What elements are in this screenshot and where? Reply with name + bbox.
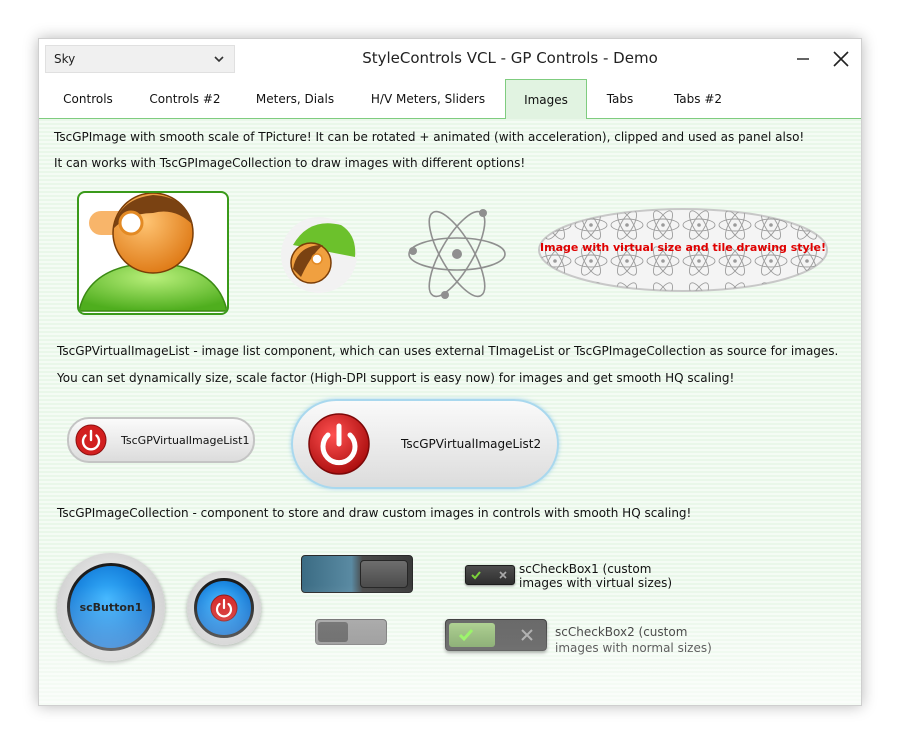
sc-checkbox-1-label: scCheckBox1 (custom images with virtual …	[519, 562, 672, 590]
tab-controls[interactable]: Controls	[51, 79, 125, 119]
tab-images[interactable]: Images	[505, 79, 587, 120]
x-mark-icon	[499, 571, 507, 579]
sc-checkbox-2-label-line1: scCheckBox2 (custom	[555, 625, 688, 639]
x-mark-icon	[521, 629, 533, 641]
tab-bar: Controls Controls #2 Meters, Dials H/V M…	[39, 79, 861, 120]
power-icon	[210, 594, 238, 622]
images-tab-panel: TscGPImage with smooth scale of TPicture…	[39, 119, 861, 705]
tab-hv-meters-sliders[interactable]: H/V Meters, Sliders	[361, 79, 495, 119]
sc-checkbox-1-label-line1: scCheckBox1 (custom	[519, 562, 652, 576]
virtual-image-list-button-2-label: TscGPVirtualImageList2	[401, 437, 542, 451]
minimize-icon	[797, 58, 809, 60]
sc-button-2[interactable]	[187, 571, 261, 645]
images-description-2: It can works with TscGPImageCollection t…	[54, 156, 526, 170]
tab-tabs[interactable]: Tabs	[595, 79, 645, 119]
power-icon	[75, 424, 107, 456]
sc-button-2-face	[194, 578, 254, 638]
virtual-image-list-button-1[interactable]: TscGPVirtualImageList1	[67, 417, 255, 463]
sc-checkbox-1-label-line2: images with virtual sizes)	[519, 576, 673, 590]
sc-checkbox-2[interactable]	[445, 619, 547, 651]
user-avatar-icon	[79, 193, 227, 312]
toggle-switch-large[interactable]	[301, 555, 413, 593]
gp-image-rotated	[279, 215, 359, 295]
check-icon	[471, 571, 481, 580]
sc-checkbox-2-label: scCheckBox2 (custom images with normal s…	[555, 624, 712, 656]
tab-tabs-2[interactable]: Tabs #2	[663, 79, 733, 119]
sc-button-1-face: scButton1	[67, 563, 155, 651]
tab-controls-2[interactable]: Controls #2	[143, 79, 227, 119]
close-button[interactable]	[827, 47, 855, 71]
minimize-button[interactable]	[789, 47, 817, 71]
close-icon	[833, 51, 849, 67]
gp-image-tile: Image with virtual size and tile drawing…	[537, 207, 829, 293]
virtual-list-description-2: You can set dynamically size, scale fact…	[57, 371, 735, 385]
title-bar: Sky StyleControls VCL - GP Controls - De…	[39, 39, 861, 79]
tab-meters-dials[interactable]: Meters, Dials	[247, 79, 343, 119]
window-title: StyleControls VCL - GP Controls - Demo	[362, 49, 658, 67]
toggle-switch-large-thumb	[360, 560, 408, 588]
sc-checkbox-2-check-area	[449, 623, 495, 647]
virtual-image-list-button-1-label: TscGPVirtualImageList1	[121, 433, 250, 447]
images-description-1: TscGPImage with smooth scale of TPicture…	[54, 130, 805, 144]
atom-icon	[408, 209, 506, 299]
sc-button-1[interactable]: scButton1	[57, 553, 165, 661]
sc-checkbox-1[interactable]	[465, 565, 515, 585]
sc-button-1-label: scButton1	[79, 600, 143, 614]
collection-description: TscGPImageCollection - component to stor…	[57, 506, 692, 520]
check-icon	[458, 629, 474, 642]
user-avatar-rotated-icon	[281, 217, 357, 293]
sc-checkbox-2-label-line2: images with normal sizes)	[555, 641, 712, 655]
virtual-image-list-button-2[interactable]: TscGPVirtualImageList2	[291, 399, 559, 489]
app-window: Sky StyleControls VCL - GP Controls - De…	[38, 38, 862, 706]
gp-image-atom	[405, 205, 509, 303]
virtual-list-description-1: TscGPVirtualImageList - image list compo…	[57, 344, 839, 358]
power-icon	[308, 413, 370, 475]
toggle-switch-small-thumb	[318, 622, 348, 642]
toggle-switch-small[interactable]	[315, 619, 387, 645]
tile-image-caption: Image with virtual size and tile drawing…	[540, 241, 826, 254]
gp-image-avatar	[77, 191, 229, 315]
